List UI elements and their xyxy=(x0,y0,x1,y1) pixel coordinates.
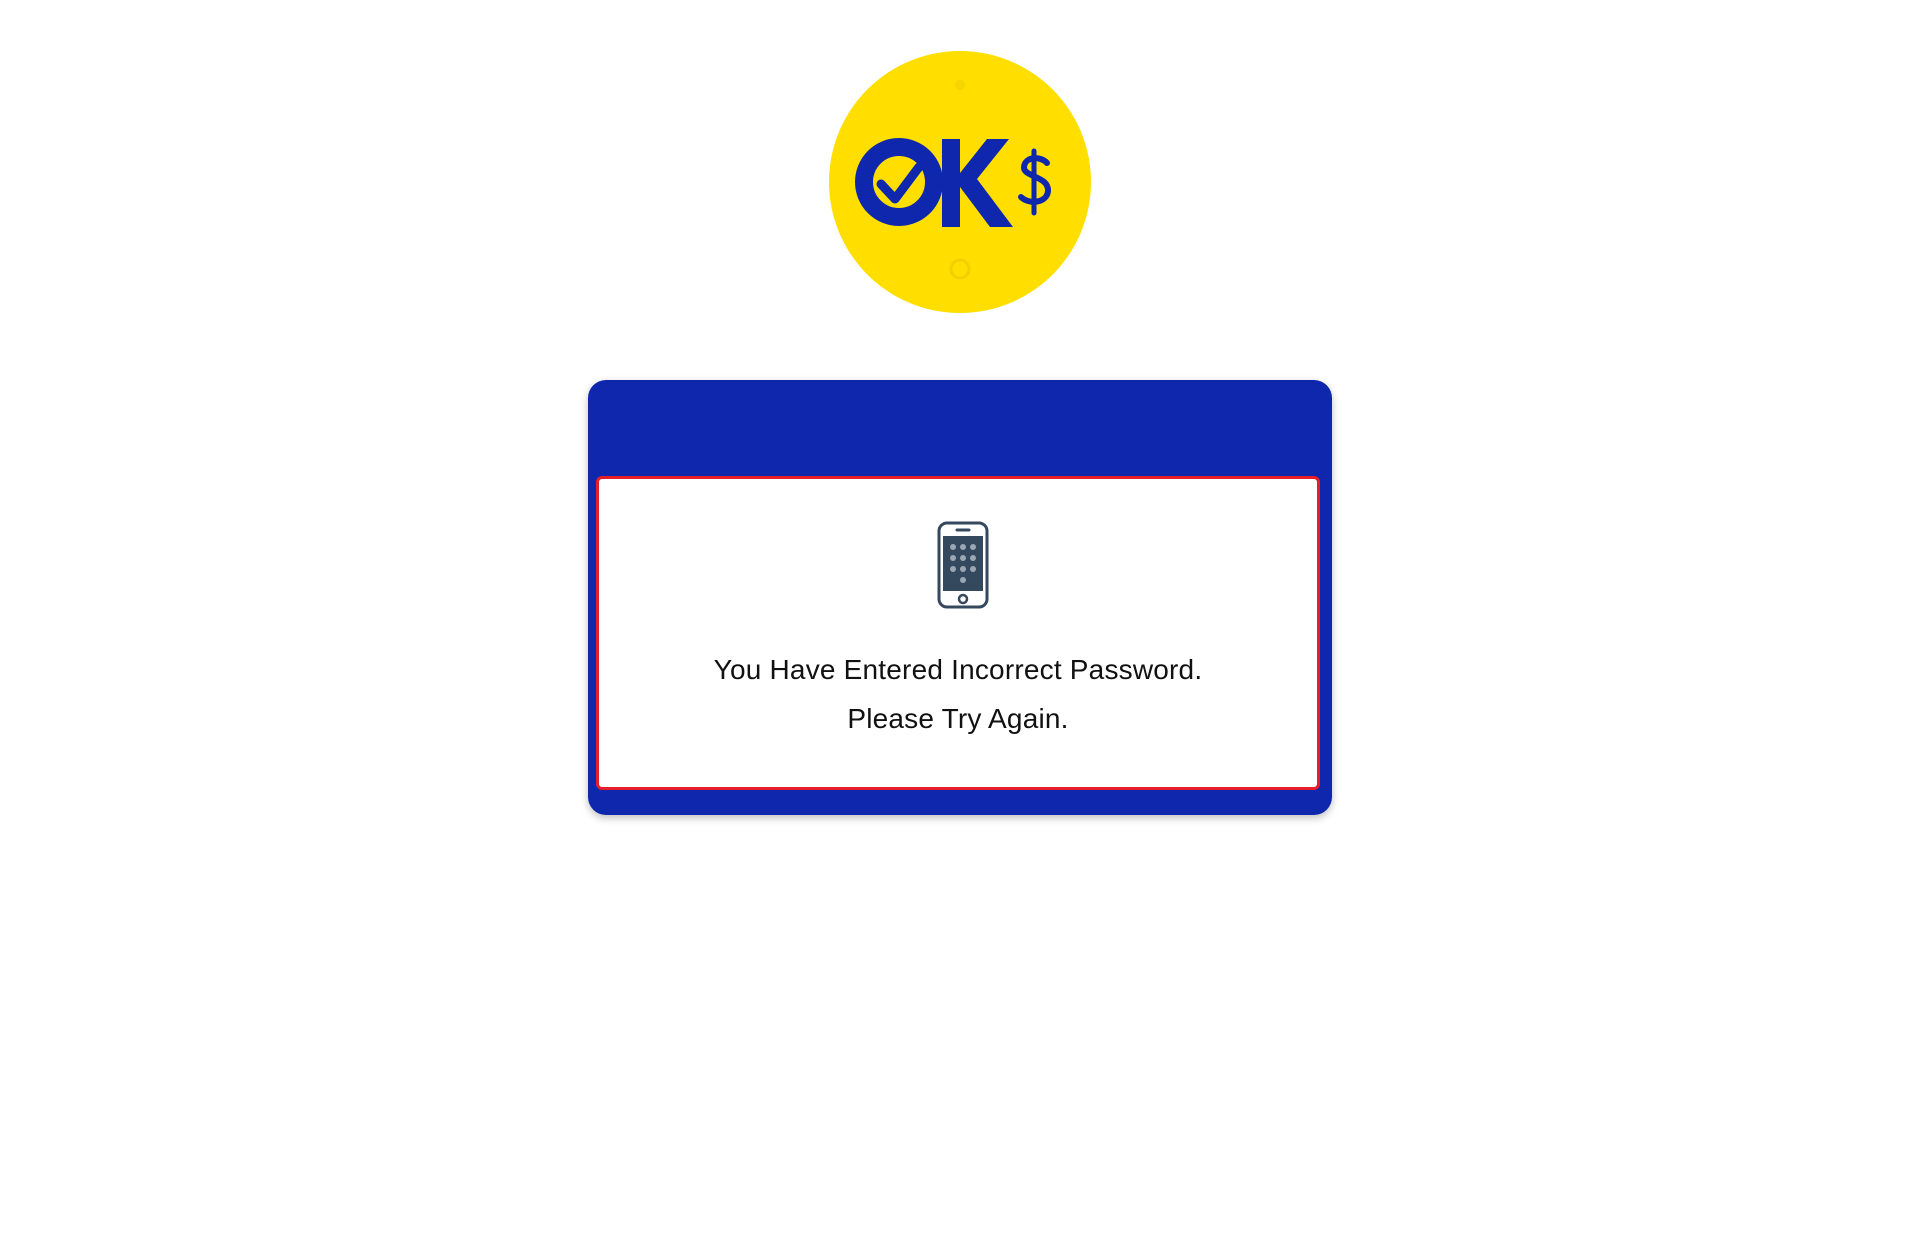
error-message-line-2: Please Try Again. xyxy=(847,703,1069,734)
error-message: You Have Entered Incorrect Password. Ple… xyxy=(599,645,1317,743)
mobile-keypad-icon xyxy=(937,521,989,609)
dialog-header xyxy=(588,380,1332,476)
dialog-body: You Have Entered Incorrect Password. Ple… xyxy=(596,476,1320,790)
page: You Have Entered Incorrect Password. Ple… xyxy=(0,0,1920,1250)
ok-dollar-logo xyxy=(829,51,1091,313)
logo-graphic xyxy=(829,51,1091,313)
error-message-line-1: You Have Entered Incorrect Password. xyxy=(713,654,1203,685)
error-dialog: You Have Entered Incorrect Password. Ple… xyxy=(588,380,1332,815)
